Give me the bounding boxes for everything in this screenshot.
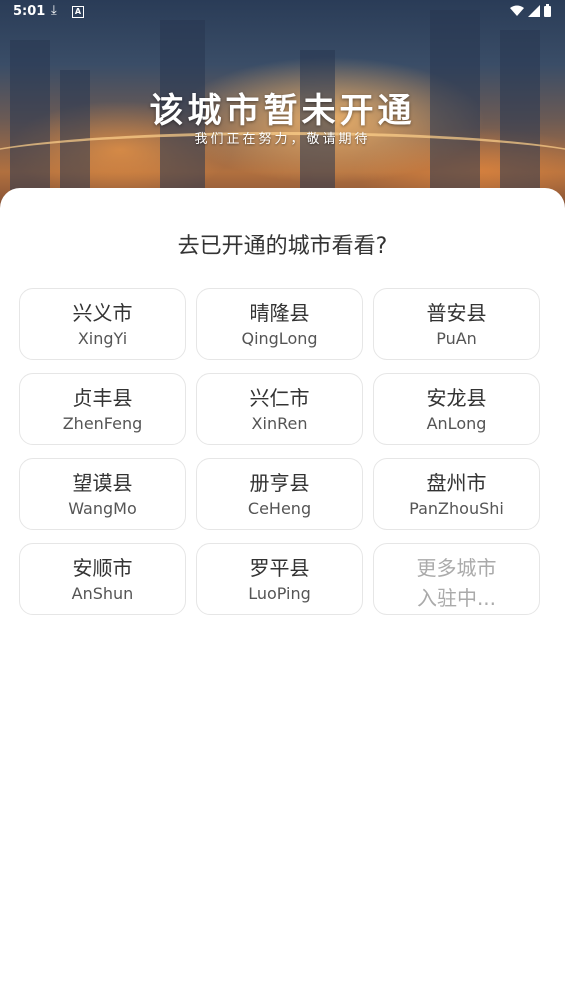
- city-name: 晴隆县: [249, 301, 310, 325]
- city-card[interactable]: 盘州市 PanZhouShi: [373, 458, 540, 530]
- a-icon: A: [72, 6, 84, 18]
- city-card[interactable]: 册亨县 CeHeng: [196, 458, 363, 530]
- city-name: 普安县: [426, 301, 487, 325]
- city-pinyin: CeHeng: [247, 499, 312, 518]
- city-card[interactable]: 安龙县 AnLong: [373, 373, 540, 445]
- city-pinyin: WangMo: [68, 499, 137, 518]
- city-pinyin: QingLong: [241, 329, 318, 348]
- more-cities-line2: 入驻中...: [416, 586, 497, 610]
- city-card[interactable]: 贞丰县 ZhenFeng: [19, 373, 186, 445]
- city-card[interactable]: 兴仁市 XinRen: [196, 373, 363, 445]
- section-title: 去已开通的城市看看?: [177, 234, 388, 259]
- city-name: 罗平县: [249, 556, 310, 580]
- city-card[interactable]: 普安县 PuAn: [373, 288, 540, 360]
- city-name: 兴义市: [72, 301, 133, 325]
- city-pinyin: PuAn: [436, 329, 477, 348]
- city-pinyin: AnShun: [71, 584, 134, 603]
- more-cities-card: 更多城市 入驻中...: [373, 543, 540, 615]
- status-bar: 5:01 ⤓ A: [0, 0, 565, 24]
- city-card[interactable]: 望谟县 WangMo: [19, 458, 186, 530]
- city-card[interactable]: 罗平县 LuoPing: [196, 543, 363, 615]
- city-pinyin: XinRen: [251, 414, 308, 433]
- city-name: 册亨县: [249, 471, 310, 495]
- city-pinyin: XingYi: [77, 329, 128, 348]
- city-name: 望谟县: [72, 471, 133, 495]
- city-name: 盘州市: [426, 471, 487, 495]
- city-pinyin: PanZhouShi: [409, 499, 504, 518]
- city-card[interactable]: 晴隆县 QingLong: [196, 288, 363, 360]
- city-pinyin: AnLong: [426, 414, 487, 433]
- city-sheet: 去已开通的城市看看? 兴义市 XingYi 晴隆县 QingLong 普安县 P…: [0, 188, 565, 1004]
- download-icon: ⤓: [51, 3, 57, 18]
- banner-subtitle: 我们正在努力，敬请期待: [194, 132, 371, 147]
- city-name: 安龙县: [426, 386, 487, 410]
- city-name: 贞丰县: [72, 386, 133, 410]
- city-name: 兴仁市: [249, 386, 310, 410]
- signal-icon: [528, 4, 540, 17]
- city-pinyin: ZhenFeng: [62, 414, 143, 433]
- wifi-icon: [510, 5, 524, 16]
- more-cities-line1: 更多城市: [416, 556, 497, 580]
- city-pinyin: LuoPing: [248, 584, 311, 603]
- city-card[interactable]: 安顺市 AnShun: [19, 543, 186, 615]
- city-name: 安顺市: [72, 556, 133, 580]
- banner-title: 该城市暂未开通: [149, 91, 416, 131]
- status-time: 5:01: [13, 4, 46, 19]
- battery-icon: [544, 4, 551, 17]
- city-card[interactable]: 兴义市 XingYi: [19, 288, 186, 360]
